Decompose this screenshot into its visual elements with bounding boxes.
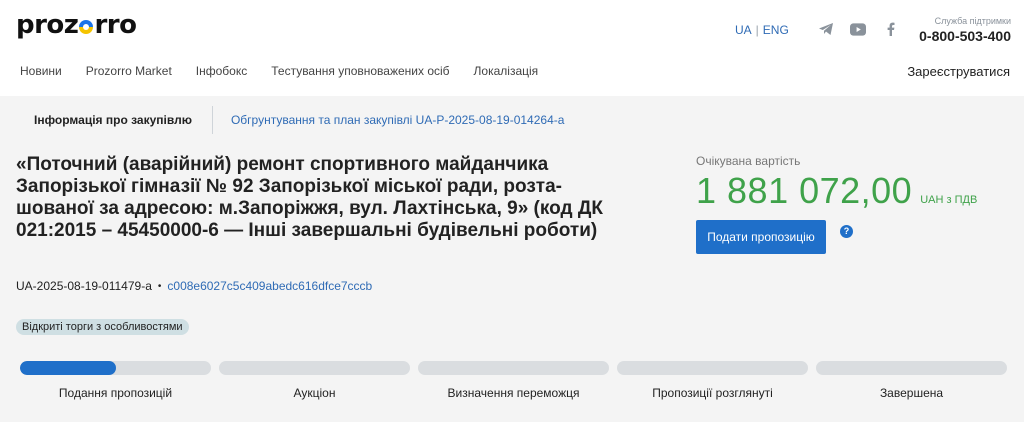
bullet-separator: • [157,280,162,292]
tender-hash-link[interactable]: c008e6027c5c409abedc616dfce7cccb [167,279,372,293]
progress-step-label: Визначення переможця [447,386,580,400]
nav-item-market[interactable]: Prozorro Market [86,64,172,78]
progress-bar [617,361,808,375]
tender-title: «Поточний (аварійний) ремонт спортивного… [16,154,603,241]
progress-step-label: Подання пропозицій [58,386,173,400]
progress-bar [20,361,211,375]
tab-plan-link[interactable]: Обгрунтування та план закупівлі UA-P-202… [231,113,564,127]
main-nav: Новини Prozorro Market Інфобокс Тестуван… [0,52,1024,96]
progress-fill [20,361,116,375]
tab-procurement-info[interactable]: Інформація про закупівлю [16,96,210,144]
tender-tabs: Інформація про закупівлю Обгрунтування т… [16,96,564,144]
progress-step: Завершена [816,361,1007,400]
support-contact: Служба підтримки 0-800-503-400 [919,16,1011,45]
help-icon[interactable]: ? [840,224,853,238]
lang-separator: | [755,23,759,37]
tender-progress: Подання пропозицій Аукціон Визначення пе… [20,361,1008,400]
progress-step: Пропозиції розглянуті [617,361,808,400]
nav-item-infobox[interactable]: Інфобокс [196,64,247,78]
progress-step-label: Завершена [879,386,944,400]
telegram-icon[interactable] [818,22,834,36]
progress-step: Подання пропозицій [20,361,211,400]
logo-text-right: rro [94,10,137,40]
lang-ua-link[interactable]: UA [735,23,752,37]
submit-bid-button[interactable]: Подати пропозицію [696,220,826,254]
support-label: Служба підтримки [934,16,1011,26]
tender-ids: UA-2025-08-19-011479-a • c008e6027c5c409… [16,279,372,293]
expected-value: 1 881 072,00 UAH з ПДВ [696,170,977,212]
expected-value-label: Очікувана вартість [696,154,801,168]
progress-step: Аукціон [219,361,410,400]
nav-item-testing[interactable]: Тестування уповноважених осіб [271,64,449,78]
header: proz rro UA | ENG Служба підтримки 0-800-… [0,0,1024,52]
support-phone[interactable]: 0-800-503-400 [919,27,1011,45]
progress-step-label: Аукціон [293,386,336,400]
price-box: Очікувана вартість 1 881 072,00 UAH з ПД… [696,154,977,254]
lang-eng-link[interactable]: ENG [763,23,789,37]
tender-id: UA-2025-08-19-011479-a [16,279,152,293]
nav-item-localization[interactable]: Локалізація [474,64,539,78]
procedure-badge: Відкриті торги з особливостями [16,319,189,335]
logo-text-left: proz [16,10,79,40]
language-switcher: UA | ENG [735,23,789,37]
social-links [818,22,898,36]
tab-divider [211,106,213,134]
progress-bar [816,361,1007,375]
progress-bar [418,361,609,375]
progress-bar [219,361,410,375]
tender-panel: Інформація про закупівлю Обгрунтування т… [0,96,1024,422]
price-currency: UAH з ПДВ [920,194,978,206]
youtube-icon[interactable] [850,22,866,36]
logo-flag-icon [79,20,94,34]
facebook-icon[interactable] [882,22,898,36]
progress-step-label: Пропозиції розглянуті [652,386,773,400]
nav-item-news[interactable]: Новини [20,64,62,78]
prozorro-logo[interactable]: proz rro [16,10,137,40]
register-link[interactable]: Зареєструватися [907,64,1010,79]
progress-step: Визначення переможця [418,361,609,400]
price-amount: 1 881 072,00 [696,170,913,211]
